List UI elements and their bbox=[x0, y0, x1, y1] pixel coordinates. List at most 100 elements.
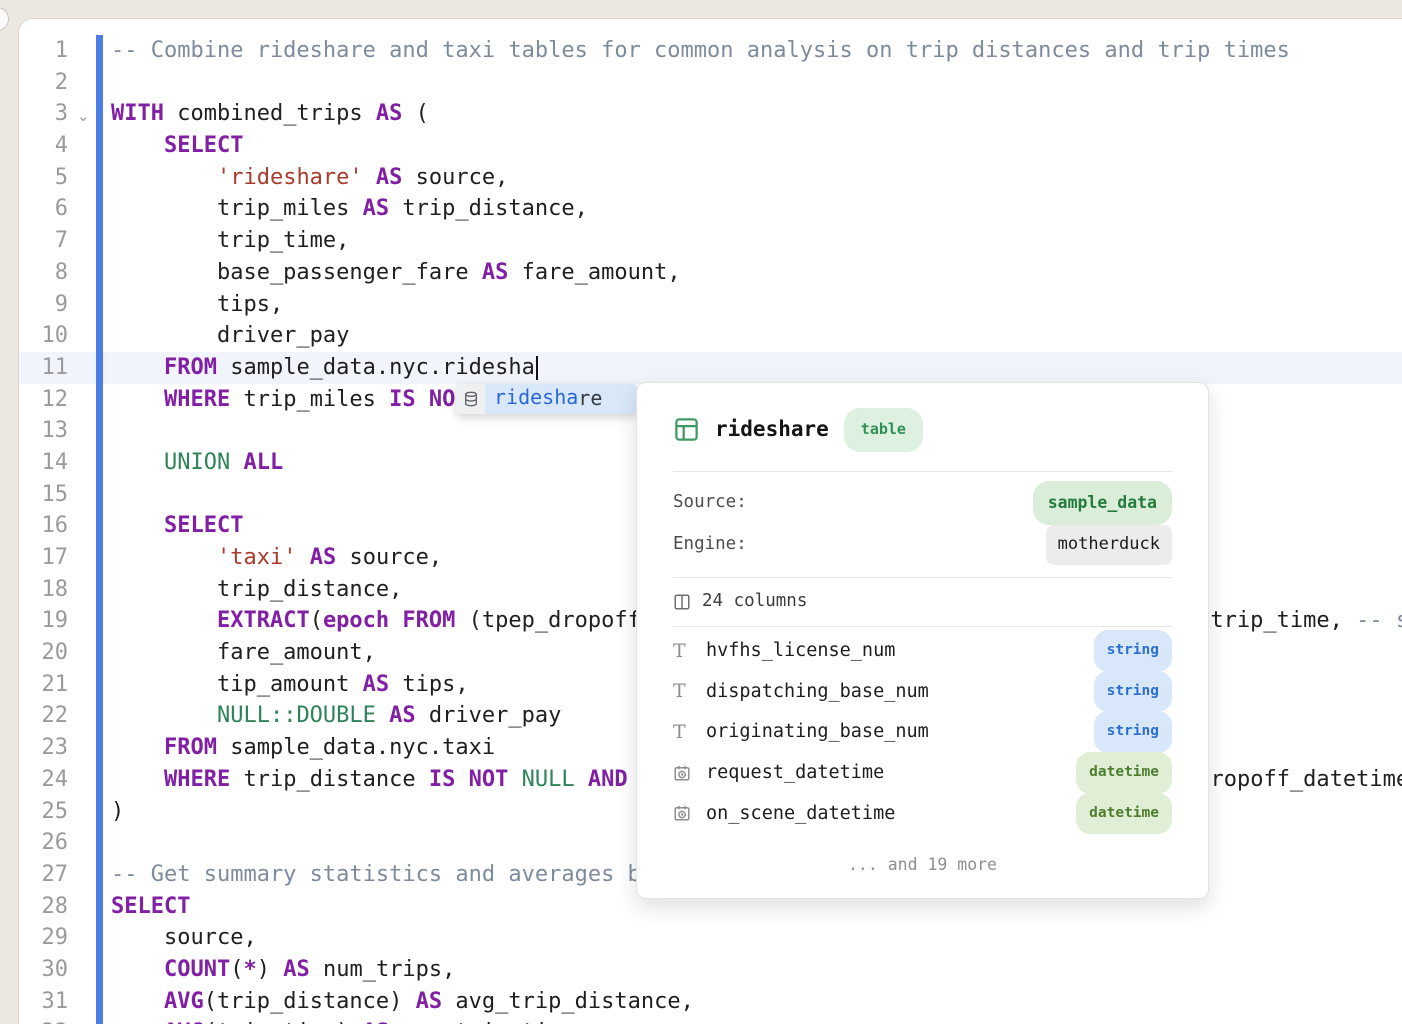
autocomplete-matched-text: ridesha bbox=[494, 384, 578, 414]
column-row: on_scene_datetimedatetime bbox=[673, 793, 1172, 834]
code-line[interactable]: 10 driver_pay bbox=[19, 320, 1402, 352]
line-number: 7 bbox=[19, 225, 68, 257]
sql-editor[interactable]: 1 -- Combine rideshare and taxi tables fo… bbox=[19, 19, 1402, 1024]
line-number: 19 bbox=[19, 605, 68, 637]
gutter bbox=[68, 225, 111, 257]
gutter bbox=[68, 669, 111, 701]
gutter bbox=[68, 732, 111, 764]
gutter bbox=[68, 827, 111, 859]
code-token: ( bbox=[310, 608, 323, 633]
fold-chevron-icon[interactable]: ⌄ bbox=[77, 101, 90, 130]
code-token: base_passenger_fare bbox=[111, 260, 482, 285]
gutter bbox=[68, 289, 111, 321]
code-text: source, bbox=[111, 922, 1402, 954]
collapsed-widget-circle[interactable] bbox=[0, 7, 9, 31]
code-token bbox=[296, 545, 309, 570]
code-text: 'rideshare' AS source, bbox=[111, 162, 1402, 194]
code-line[interactable]: 7 trip_time, bbox=[19, 225, 1402, 257]
code-token: AS bbox=[416, 989, 443, 1014]
code-line[interactable]: 2 bbox=[19, 67, 1402, 99]
gutter bbox=[68, 859, 111, 891]
autocomplete-item-rideshare[interactable]: rideshare bbox=[485, 384, 637, 414]
code-text: WITH combined_trips AS ( bbox=[111, 98, 1402, 130]
code-token: driver_pay bbox=[111, 323, 349, 348]
autocomplete-dropdown[interactable]: rideshare bbox=[456, 384, 637, 414]
code-line[interactable]: 6 trip_miles AS trip_distance, bbox=[19, 193, 1402, 225]
gutter bbox=[68, 35, 111, 67]
more-columns-text: ... and 19 more bbox=[673, 834, 1172, 901]
code-token: trip_miles bbox=[230, 387, 389, 412]
code-text: driver_pay bbox=[111, 320, 1402, 352]
code-token: AS bbox=[376, 101, 403, 126]
line-number: 15 bbox=[19, 479, 68, 511]
code-token bbox=[111, 989, 164, 1014]
line-number: 1 bbox=[19, 35, 68, 67]
line-number: 31 bbox=[19, 986, 68, 1018]
gutter bbox=[68, 605, 111, 637]
source-row: Source: sample_data bbox=[673, 482, 1172, 524]
code-token bbox=[376, 703, 389, 728]
gutter bbox=[68, 891, 111, 923]
code-line[interactable]: 32 AVG(trip_time) AS avg_trip_time, bbox=[19, 1017, 1402, 1024]
code-token bbox=[111, 513, 164, 538]
gutter bbox=[68, 320, 111, 352]
gutter bbox=[68, 67, 111, 99]
code-line[interactable]: 9 tips, bbox=[19, 289, 1402, 321]
code-text: COUNT(*) AS num_trips, bbox=[111, 954, 1402, 986]
code-token: 'rideshare' bbox=[217, 165, 363, 190]
code-text: tips, bbox=[111, 289, 1402, 321]
code-token bbox=[575, 767, 588, 792]
code-token: AS bbox=[363, 196, 390, 221]
column-name: on_scene_datetime bbox=[706, 798, 1076, 830]
columns-count-row: 24 columns bbox=[673, 578, 1172, 626]
line-number: 24 bbox=[19, 764, 68, 796]
line-number: 17 bbox=[19, 542, 68, 574]
code-token: sample_data.nyc.ridesha bbox=[217, 355, 535, 380]
code-token: FROM bbox=[164, 735, 217, 760]
code-token: driver_pay bbox=[416, 703, 562, 728]
code-line[interactable]: 3 ⌄ WITH combined_trips AS ( bbox=[19, 98, 1402, 130]
gutter bbox=[68, 542, 111, 574]
code-line[interactable]: 1 -- Combine rideshare and taxi tables fo… bbox=[19, 35, 1402, 67]
code-line[interactable]: 11 FROM sample_data.nyc.ridesha bbox=[19, 352, 1402, 384]
text-cursor bbox=[536, 356, 538, 380]
column-name: request_datetime bbox=[706, 757, 1076, 789]
code-token: tips, bbox=[111, 292, 283, 317]
source-label: Source: bbox=[673, 487, 747, 519]
database-icon bbox=[456, 384, 485, 414]
gutter bbox=[68, 637, 111, 669]
columns-icon bbox=[673, 593, 691, 611]
line-number: 3 bbox=[19, 98, 68, 130]
code-line[interactable]: 29 source, bbox=[19, 922, 1402, 954]
column-type-badge: string bbox=[1094, 671, 1172, 713]
gutter bbox=[68, 162, 111, 194]
code-token: COUNT bbox=[164, 957, 230, 982]
datetime-type-icon bbox=[673, 764, 695, 782]
gutter bbox=[68, 1017, 111, 1024]
column-row: Thvfhs_license_numstring bbox=[673, 631, 1172, 672]
gutter bbox=[68, 922, 111, 954]
code-token: fare_amount, bbox=[111, 640, 376, 665]
code-token: source, bbox=[336, 545, 442, 570]
code-token bbox=[389, 608, 402, 633]
code-token: source, bbox=[111, 925, 257, 950]
code-token: AS bbox=[310, 545, 337, 570]
code-token: avg_trip_distance, bbox=[442, 989, 694, 1014]
code-line[interactable]: 4 SELECT bbox=[19, 130, 1402, 162]
column-row: Toriginating_base_numstring bbox=[673, 712, 1172, 753]
column-type-badge: string bbox=[1094, 630, 1172, 672]
code-line[interactable]: 30 COUNT(*) AS num_trips, bbox=[19, 954, 1402, 986]
code-token: trip_distance, bbox=[389, 196, 588, 221]
code-line[interactable]: 8 base_passenger_fare AS fare_amount, bbox=[19, 257, 1402, 289]
code-text: -- Combine rideshare and taxi tables for… bbox=[111, 35, 1402, 67]
gutter bbox=[68, 700, 111, 732]
code-token bbox=[111, 355, 164, 380]
line-number: 8 bbox=[19, 257, 68, 289]
source-badge: sample_data bbox=[1033, 481, 1172, 525]
column-type-badge: datetime bbox=[1076, 793, 1172, 835]
table-kind-badge: table bbox=[844, 408, 923, 452]
code-line[interactable]: 5 'rideshare' AS source, bbox=[19, 162, 1402, 194]
code-line[interactable]: 31 AVG(trip_distance) AS avg_trip_distan… bbox=[19, 986, 1402, 1018]
code-token bbox=[111, 957, 164, 982]
code-token: SELECT bbox=[164, 513, 243, 538]
